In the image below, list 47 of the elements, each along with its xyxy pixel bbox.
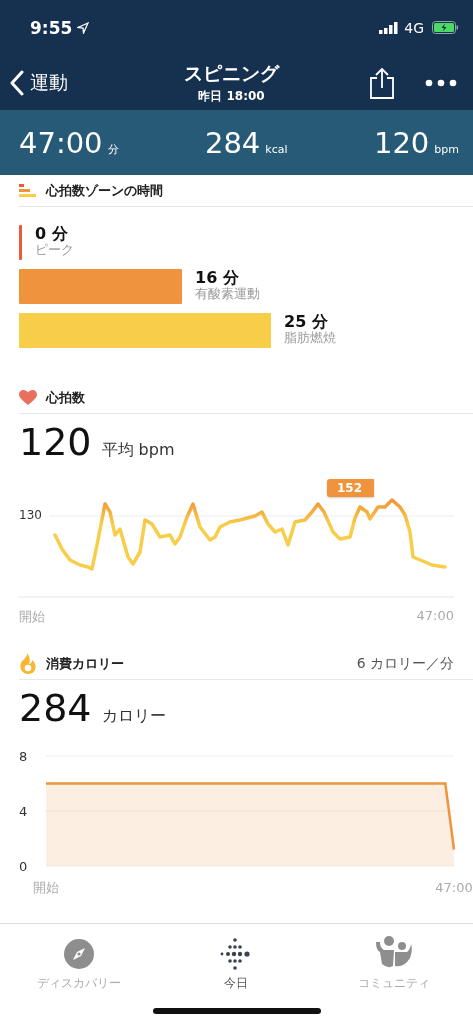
peak-tooltip: 152 — [327, 479, 375, 497]
dots-logo-icon — [220, 938, 253, 970]
calorie-value: 284 — [19, 686, 92, 730]
axis-label: 47:00 — [416, 608, 454, 625]
flame-icon — [19, 652, 37, 675]
zone-label: 有酸素運動 — [195, 287, 260, 303]
zone-label: ピーク — [35, 243, 74, 259]
back-button[interactable]: 運動 — [10, 69, 68, 96]
section-title: 消費カロリー — [46, 654, 124, 673]
nav-subtitle: 昨日 18:00 — [198, 87, 265, 105]
network-label: 4G — [404, 19, 424, 36]
summary-unit: bpm — [434, 142, 459, 156]
tab-item[interactable]: 今日 — [171, 932, 302, 992]
axis-label: 47:00 — [435, 880, 473, 895]
zone-label: 脂肪燃焼 — [284, 331, 336, 347]
axis-tick-label: 0 — [19, 859, 28, 874]
share-icon[interactable] — [369, 66, 395, 99]
summary-value: 120 — [373, 125, 430, 160]
people-icon — [374, 936, 415, 970]
calorie-rate: 6 カロリー／分 — [356, 654, 455, 673]
axis-tick-label: 130 — [19, 508, 42, 522]
summary-value: 284 — [204, 125, 261, 160]
axis-tick-label: 4 — [19, 804, 28, 819]
more-icon[interactable] — [425, 78, 457, 87]
axis-label: 開始 — [19, 608, 45, 626]
zone-minutes: 16 分 — [195, 269, 240, 287]
axis-tick-label: 8 — [19, 749, 28, 764]
summary-value: 47:00 — [19, 125, 103, 160]
battery-icon — [432, 21, 459, 34]
heart-icon — [19, 389, 37, 406]
zone-minutes: 25 分 — [284, 313, 329, 331]
zones-icon — [19, 183, 37, 198]
heart-rate-unit: 平均 bpm — [101, 440, 175, 461]
summary-unit: kcal — [265, 142, 288, 156]
chevron-icon — [10, 69, 24, 96]
calorie-unit: カロリー — [101, 706, 166, 727]
signal-icon — [379, 21, 400, 34]
heart-rate-value: 120 — [19, 420, 92, 464]
section-title: 心拍数ゾーンの時間 — [46, 181, 163, 200]
compass-icon — [62, 938, 95, 970]
location-arrow-icon — [77, 21, 90, 34]
nav-title: スピニング — [184, 60, 279, 86]
status-time: 9:55 — [30, 17, 73, 38]
zone-minutes: 0 分 — [35, 225, 69, 243]
section-title: 心拍数 — [46, 388, 85, 407]
axis-label: 開始 — [33, 880, 59, 895]
summary-unit: 分 — [107, 141, 119, 157]
